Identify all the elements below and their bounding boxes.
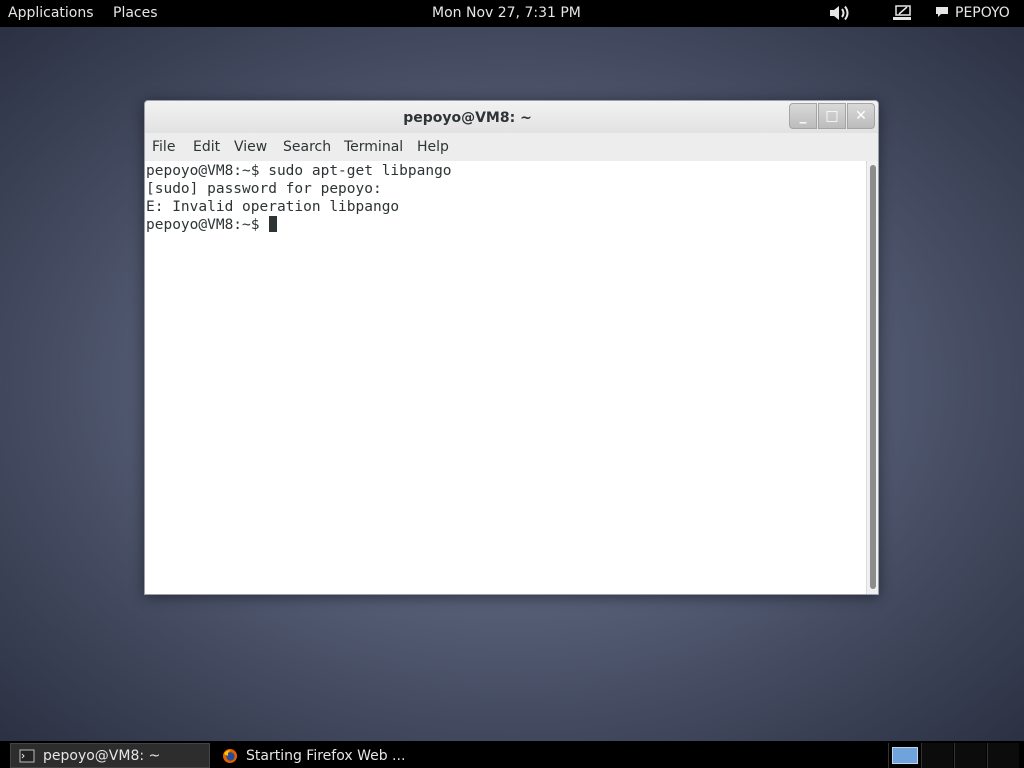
scrollbar[interactable] bbox=[866, 161, 878, 594]
maximize-icon: □ bbox=[825, 108, 839, 124]
network-icon[interactable] bbox=[890, 3, 914, 23]
workspace-1[interactable] bbox=[888, 743, 920, 768]
top-panel: Applications Places Mon Nov 27, 7:31 PM … bbox=[0, 0, 1024, 27]
workspace-4[interactable] bbox=[987, 743, 1019, 768]
menu-terminal[interactable]: Terminal bbox=[344, 139, 403, 155]
terminal-prompt-line: pepoyo@VM8:~$ bbox=[146, 216, 278, 234]
minimize-button[interactable]: _ bbox=[789, 103, 817, 129]
clock[interactable]: Mon Nov 27, 7:31 PM bbox=[432, 5, 581, 21]
menu-help[interactable]: Help bbox=[417, 139, 449, 155]
terminal-window: pepoyo@VM8: ~ _ □ ✕ File Edit View Searc… bbox=[144, 100, 879, 595]
menu-search[interactable]: Search bbox=[283, 139, 331, 155]
terminal-line: [sudo] password for pepoyo: bbox=[146, 181, 382, 197]
terminal-prompt: pepoyo@VM8:~$ bbox=[146, 217, 269, 233]
menu-edit[interactable]: Edit bbox=[193, 139, 220, 155]
bottom-panel: pepoyo@VM8: ~ Starting Firefox Web ... bbox=[0, 741, 1024, 768]
text-cursor bbox=[269, 216, 278, 232]
maximize-button[interactable]: □ bbox=[818, 103, 846, 129]
workspace-2[interactable] bbox=[921, 743, 953, 768]
scrollbar-thumb[interactable] bbox=[870, 165, 876, 589]
task-terminal[interactable]: pepoyo@VM8: ~ bbox=[10, 743, 210, 768]
firefox-icon bbox=[223, 748, 237, 763]
applications-menu[interactable]: Applications bbox=[8, 5, 94, 21]
minimize-icon: _ bbox=[799, 108, 807, 124]
terminal-line: pepoyo@VM8:~$ sudo apt-get libpango bbox=[146, 163, 452, 179]
menu-view[interactable]: View bbox=[234, 139, 267, 155]
terminal-line: E: Invalid operation libpango bbox=[146, 199, 400, 215]
task-label: Starting Firefox Web ... bbox=[246, 747, 406, 764]
close-icon: ✕ bbox=[855, 108, 867, 124]
workspace-1-preview bbox=[892, 747, 918, 764]
workspace-3[interactable] bbox=[954, 743, 986, 768]
places-menu[interactable]: Places bbox=[113, 5, 158, 21]
terminal-icon bbox=[19, 749, 35, 762]
task-label: pepoyo@VM8: ~ bbox=[43, 747, 161, 764]
menu-file[interactable]: File bbox=[152, 139, 175, 155]
close-button[interactable]: ✕ bbox=[847, 103, 875, 129]
menu-bar: File Edit View Search Terminal Help bbox=[145, 133, 878, 161]
chat-icon bbox=[936, 7, 948, 17]
user-name: PEPOYO bbox=[955, 5, 1010, 21]
user-menu[interactable]: PEPOYO bbox=[935, 5, 1010, 21]
title-bar[interactable]: pepoyo@VM8: ~ _ □ ✕ bbox=[145, 101, 878, 133]
window-title: pepoyo@VM8: ~ bbox=[403, 110, 532, 126]
task-firefox[interactable]: Starting Firefox Web ... bbox=[214, 743, 414, 768]
volume-icon[interactable] bbox=[828, 3, 852, 23]
terminal-output[interactable]: pepoyo@VM8:~$ sudo apt-get libpango [sud… bbox=[145, 161, 866, 594]
